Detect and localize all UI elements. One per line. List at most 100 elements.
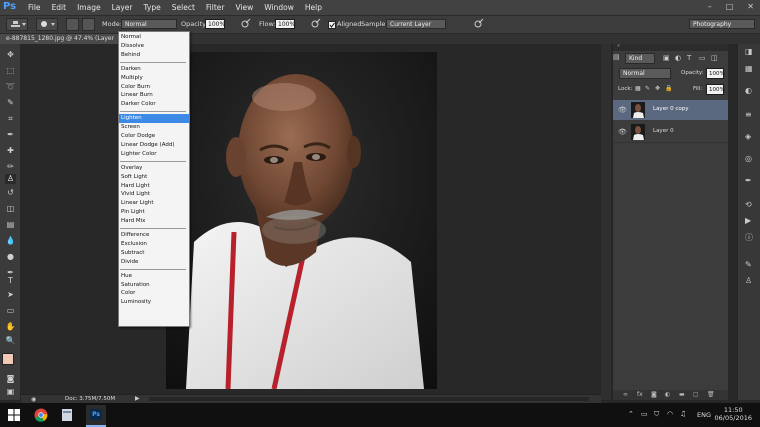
filter-shape-icon[interactable]: ▭ bbox=[699, 54, 706, 62]
eraser-tool-icon[interactable]: ◫ bbox=[5, 204, 16, 214]
type-tool-icon[interactable]: T bbox=[5, 276, 16, 286]
crop-tool-icon[interactable]: ⌗ bbox=[5, 114, 16, 124]
brush-tool-icon[interactable]: ✏ bbox=[5, 162, 16, 172]
volume-icon[interactable]: ♫ bbox=[680, 410, 686, 418]
hand-tool-icon[interactable]: ✋ bbox=[5, 322, 16, 332]
document-tab[interactable]: e-887815_1280.jpg @ 47.4% (Layer bbox=[0, 34, 120, 44]
zoom-tool-icon[interactable]: 🔍 bbox=[5, 336, 16, 346]
channels-panel-icon[interactable]: ◎ bbox=[745, 154, 752, 163]
quick-mask-icon[interactable]: ◙ bbox=[5, 374, 16, 384]
blend-mode-option[interactable]: Soft Light bbox=[119, 173, 189, 182]
blend-mode-option[interactable]: Difference bbox=[119, 231, 189, 240]
lasso-tool-icon[interactable]: ➰ bbox=[5, 82, 16, 92]
properties-panel-icon[interactable]: ≡ bbox=[745, 110, 752, 119]
blend-mode-option[interactable]: Lighter Color bbox=[119, 150, 189, 159]
history-brush-tool-icon[interactable]: ↺ bbox=[5, 188, 16, 198]
path-selection-tool-icon[interactable]: ➤ bbox=[5, 290, 16, 300]
clone-stamp-tool-icon[interactable]: ♙ bbox=[5, 174, 16, 184]
move-tool-icon[interactable]: ✥ bbox=[5, 50, 16, 60]
security-icon[interactable]: ⛉ bbox=[654, 410, 659, 419]
layer-row[interactable]: 👁 Layer 0 copy bbox=[613, 100, 728, 120]
color-panel-icon[interactable]: ◨ bbox=[745, 47, 753, 56]
file-manager-icon[interactable] bbox=[61, 408, 73, 422]
pressure-opacity-icon[interactable] bbox=[240, 18, 251, 29]
visibility-eye-icon[interactable]: 👁 bbox=[618, 128, 627, 136]
paths-panel-icon[interactable]: ✒ bbox=[745, 176, 752, 185]
blend-mode-option[interactable]: Hue bbox=[119, 272, 189, 281]
chrome-icon[interactable] bbox=[34, 408, 48, 422]
eyedropper-tool-icon[interactable]: ✒ bbox=[5, 130, 16, 140]
filter-pixel-icon[interactable]: ▣ bbox=[663, 54, 670, 62]
blend-mode-option[interactable]: Lighten bbox=[119, 114, 189, 124]
close-button[interactable]: ✕ bbox=[747, 2, 754, 11]
wifi-icon[interactable]: ◠ bbox=[667, 410, 673, 418]
network-icon[interactable]: ▭ bbox=[641, 410, 648, 418]
fill-field[interactable]: 100% bbox=[706, 84, 725, 95]
blend-mode-option[interactable]: Hard Mix bbox=[119, 217, 189, 226]
blend-mode-option[interactable]: Linear Light bbox=[119, 199, 189, 208]
menu-edit[interactable]: Edit bbox=[52, 3, 67, 12]
adjustment-layer-icon[interactable]: ◐ bbox=[665, 391, 670, 398]
lock-all-icon[interactable]: 🔒 bbox=[665, 85, 672, 92]
screen-mode-icon[interactable]: ▣ bbox=[5, 387, 16, 397]
blend-mode-option[interactable]: Hard Light bbox=[119, 182, 189, 191]
blend-mode-option[interactable]: Luminosity bbox=[119, 298, 189, 307]
menu-file[interactable]: File bbox=[28, 3, 41, 12]
menu-image[interactable]: Image bbox=[77, 3, 101, 12]
menu-view[interactable]: View bbox=[235, 3, 253, 12]
blend-mode-option[interactable]: Linear Burn bbox=[119, 91, 189, 100]
blend-mode-option[interactable]: Darker Color bbox=[119, 100, 189, 109]
collapse-icon[interactable]: « bbox=[617, 43, 620, 49]
workspace-select[interactable]: Photography bbox=[689, 19, 755, 29]
blend-mode-option[interactable]: Saturation bbox=[119, 281, 189, 290]
horizontal-scrollbar[interactable] bbox=[149, 397, 589, 401]
marquee-tool-icon[interactable]: ⬚ bbox=[5, 66, 16, 76]
gradient-tool-icon[interactable]: ▤ bbox=[5, 220, 16, 230]
minimize-button[interactable]: – bbox=[708, 2, 712, 11]
aligned-checkbox[interactable] bbox=[328, 21, 336, 29]
brush-preset-picker[interactable] bbox=[36, 18, 58, 31]
blend-mode-option[interactable]: Vivid Light bbox=[119, 190, 189, 199]
mode-select[interactable]: Normal bbox=[121, 19, 177, 29]
tool-preset-picker[interactable] bbox=[6, 18, 28, 31]
clock[interactable]: 11:50 06/05/2016 bbox=[715, 406, 752, 422]
blur-tool-icon[interactable]: 💧 bbox=[5, 236, 16, 246]
rectangle-tool-icon[interactable]: ▭ bbox=[5, 306, 16, 316]
maximize-button[interactable]: □ bbox=[726, 2, 734, 11]
blend-mode-option[interactable]: Linear Dodge (Add) bbox=[119, 141, 189, 150]
link-layers-icon[interactable]: ∞ bbox=[623, 391, 628, 398]
foreground-color-swatch[interactable] bbox=[2, 353, 14, 365]
info-panel-icon[interactable]: ⓘ bbox=[745, 232, 753, 243]
toggle-clone-source-button[interactable] bbox=[82, 18, 95, 31]
blend-mode-option[interactable]: Color bbox=[119, 289, 189, 298]
document-photo[interactable] bbox=[166, 52, 437, 389]
blend-mode-option[interactable]: Dissolve bbox=[119, 42, 189, 51]
history-panel-icon[interactable]: ⟲ bbox=[745, 200, 752, 209]
sample-select[interactable]: Current Layer bbox=[386, 19, 446, 29]
brush-panel-icon[interactable]: ✎ bbox=[745, 260, 752, 269]
blend-mode-option[interactable]: Screen bbox=[119, 123, 189, 132]
adjustments-panel-icon[interactable]: ◐ bbox=[745, 86, 752, 95]
windows-start-icon[interactable] bbox=[8, 409, 20, 421]
blend-mode-option[interactable]: Color Burn bbox=[119, 83, 189, 92]
blend-mode-option[interactable]: Pin Light bbox=[119, 208, 189, 217]
libraries-panel-icon[interactable]: ◈ bbox=[745, 132, 751, 141]
filter-type-icon[interactable]: T bbox=[687, 54, 691, 62]
photoshop-taskbar-button[interactable]: Ps bbox=[86, 405, 106, 427]
blend-mode-option[interactable]: Divide bbox=[119, 258, 189, 267]
opacity-field[interactable]: 100% bbox=[205, 19, 225, 29]
add-mask-icon[interactable]: ◙ bbox=[651, 391, 657, 398]
blend-mode-option[interactable]: Overlay bbox=[119, 164, 189, 173]
filter-kind-select[interactable]: Kind bbox=[625, 53, 655, 64]
new-group-icon[interactable]: ▬ bbox=[679, 391, 685, 398]
menu-select[interactable]: Select bbox=[172, 3, 195, 12]
delete-layer-icon[interactable]: 🗑 bbox=[707, 391, 715, 398]
lock-position-icon[interactable]: ✥ bbox=[655, 85, 660, 92]
clone-source-panel-icon[interactable]: ♙ bbox=[745, 276, 752, 285]
filter-adjustment-icon[interactable]: ◐ bbox=[675, 54, 681, 62]
menu-layer[interactable]: Layer bbox=[112, 3, 133, 12]
status-menu-arrow-icon[interactable]: ▶ bbox=[135, 395, 140, 402]
blend-mode-option[interactable]: Behind bbox=[119, 51, 189, 60]
blend-mode-option[interactable]: Color Dodge bbox=[119, 132, 189, 141]
language-indicator[interactable]: ENG bbox=[697, 411, 711, 419]
